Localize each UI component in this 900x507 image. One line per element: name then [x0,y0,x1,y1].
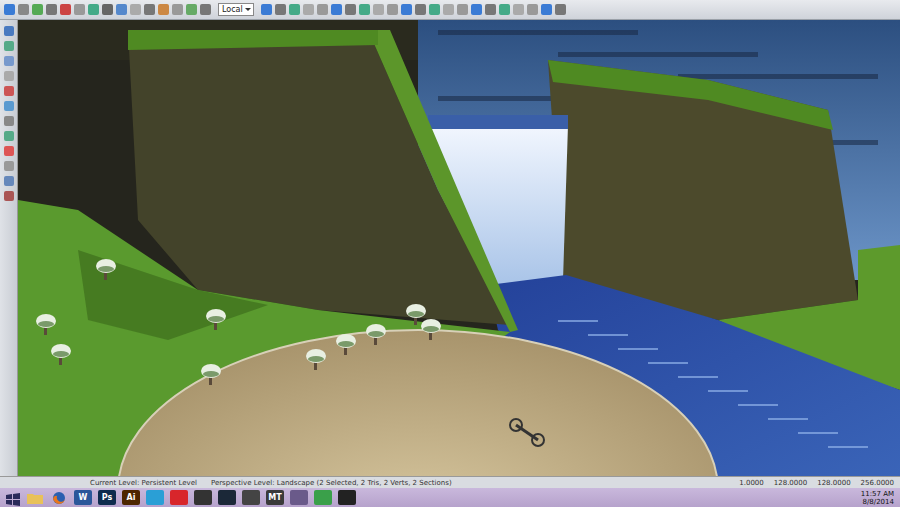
tool-icon[interactable] [485,4,496,15]
app-icon[interactable] [290,490,308,505]
readout[interactable]: 1.0000 [739,479,764,487]
taskbar: W Ps Ai MT 11:57 AM8/8/2014 [0,488,900,507]
tool-icon[interactable] [158,4,169,15]
readout[interactable]: 256.0000 [861,479,894,487]
clock-date: 8/8/2014 [863,498,894,506]
mode-icon[interactable] [4,116,14,126]
tool-icon[interactable] [186,4,197,15]
windows-icon[interactable] [6,491,20,504]
tool-icon[interactable] [200,4,211,15]
tool-icon[interactable] [429,4,440,15]
mode-icon[interactable] [4,131,14,141]
app-icon[interactable] [146,490,164,505]
app-icon[interactable] [338,490,356,505]
mode-icon[interactable] [4,101,14,111]
tool-icon[interactable] [32,4,43,15]
mode-icon[interactable] [4,161,14,171]
clock-time: 11:57 AM [861,490,894,498]
status-bar: Current Level: Persistent Level Perspecti… [0,476,900,488]
folder-icon[interactable] [26,490,44,505]
tool-icon[interactable] [457,4,468,15]
coordinate-dropdown[interactable]: Local [218,3,254,16]
tool-icon[interactable] [116,4,127,15]
tool-icon[interactable] [415,4,426,15]
tool-icon[interactable] [4,4,15,15]
firefox-icon[interactable] [50,490,68,505]
app-label: MT [268,493,281,502]
tool-icon[interactable] [18,4,29,15]
tool-icon[interactable] [46,4,57,15]
app-label: Ps [102,493,112,502]
app-button[interactable]: Ps [98,490,116,505]
app-icon[interactable] [194,490,212,505]
app-label: Ai [127,493,136,502]
mode-icon[interactable] [4,41,14,51]
mode-icon[interactable] [4,71,14,81]
tool-icon[interactable] [499,4,510,15]
app-icon[interactable] [218,490,236,505]
mode-icon[interactable] [4,176,14,186]
tool-icon[interactable] [102,4,113,15]
app-button[interactable]: Ai [122,490,140,505]
readout[interactable]: 128.0000 [774,479,807,487]
app-icon[interactable] [314,490,332,505]
tool-icon[interactable] [275,4,286,15]
app-button[interactable]: W [74,490,92,505]
tool-icon[interactable] [303,4,314,15]
tool-icon[interactable] [144,4,155,15]
tool-icon[interactable] [317,4,328,15]
current-level: Current Level: Persistent Level [90,479,197,487]
mode-icon[interactable] [4,56,14,66]
tool-icon[interactable] [443,4,454,15]
app-icon[interactable] [242,490,260,505]
grid-readouts: 1.0000 128.0000 128.0000 256.0000 [739,479,894,487]
tool-icon[interactable] [359,4,370,15]
tool-icon[interactable] [172,4,183,15]
tool-icon[interactable] [527,4,538,15]
editor-area [0,20,900,476]
tool-icon[interactable] [289,4,300,15]
tool-icon[interactable] [541,4,552,15]
scene-render[interactable] [18,20,900,476]
mode-icon[interactable] [4,191,14,201]
mode-toolbar [0,20,18,476]
tool-icon[interactable] [401,4,412,15]
main-toolbar: Local [0,0,900,20]
app-label: W [79,493,88,502]
clock[interactable]: 11:57 AM8/8/2014 [861,490,894,506]
mode-icon[interactable] [4,26,14,36]
tool-icon[interactable] [261,4,272,15]
viewport[interactable] [18,20,900,476]
app-button[interactable]: MT [266,490,284,505]
tool-icon[interactable] [345,4,356,15]
tool-icon[interactable] [555,4,566,15]
app-icon[interactable] [170,490,188,505]
tool-icon[interactable] [88,4,99,15]
mode-icon[interactable] [4,86,14,96]
selection-info: Perspective Level: Landscape (2 Selected… [211,479,452,487]
tool-icon[interactable] [373,4,384,15]
mode-icon[interactable] [4,146,14,156]
tool-icon[interactable] [513,4,524,15]
tool-icon[interactable] [471,4,482,15]
tool-icon[interactable] [60,4,71,15]
tool-icon[interactable] [74,4,85,15]
tool-icon[interactable] [331,4,342,15]
readout[interactable]: 128.0000 [817,479,850,487]
tool-icon[interactable] [130,4,141,15]
tool-icon[interactable] [387,4,398,15]
